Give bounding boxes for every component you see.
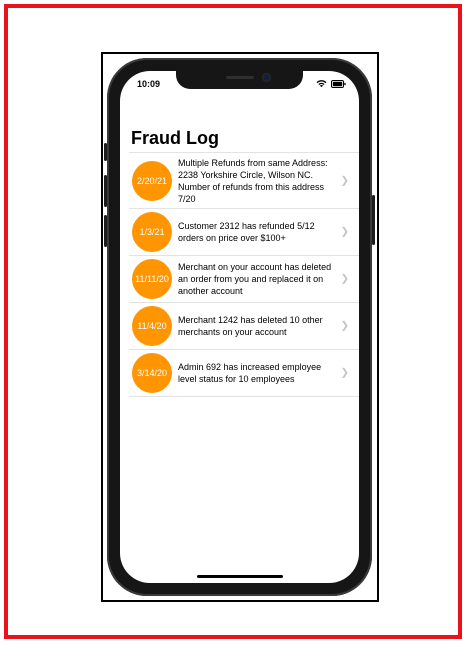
page-title: Fraud Log <box>131 128 219 148</box>
date-badge: 3/14/20 <box>132 353 172 393</box>
wifi-icon <box>316 80 327 88</box>
notch <box>176 71 303 89</box>
chevron-right-icon: ❯ <box>340 367 349 379</box>
chevron-right-icon: ❯ <box>340 175 349 186</box>
status-time: 10:09 <box>137 79 161 89</box>
fraud-log-message: Admin 692 has increased employee level s… <box>178 362 322 384</box>
chevron-right-icon: ❯ <box>340 320 349 332</box>
chevron-right-icon: ❯ <box>340 226 349 238</box>
fraud-log-message: Multiple Refunds from same Address: 2238… <box>178 157 328 204</box>
battery-icon <box>331 79 346 88</box>
fraud-log-row[interactable]: 11/11/20 Merchant on your account has de… <box>129 256 359 303</box>
power-button <box>372 195 375 245</box>
home-indicator[interactable] <box>197 575 283 578</box>
date-badge: 11/4/20 <box>132 306 172 346</box>
fraud-log-row[interactable]: 3/14/20 Admin 692 has increased employee… <box>129 350 359 397</box>
fraud-log-row[interactable]: 2/20/21 Multiple Refunds from same Addre… <box>129 153 359 209</box>
fraud-log-list: 2/20/21 Multiple Refunds from same Addre… <box>129 152 359 397</box>
camera-icon <box>263 74 270 81</box>
volume-up-button <box>104 175 107 207</box>
fraud-log-message: Merchant 1242 has deleted 10 other merch… <box>178 315 323 337</box>
speaker-grille <box>226 76 254 79</box>
fraud-log-message: Merchant on your account has deleted an … <box>178 262 332 296</box>
fraud-log-row[interactable]: 1/3/21 Customer 2312 has refunded 5/12 o… <box>129 209 359 256</box>
status-icons <box>316 79 346 88</box>
silent-switch <box>104 143 107 161</box>
phone-screen: 10:09 Fraud Log 2/20/21 Multiple Refunds… <box>120 71 359 583</box>
date-badge: 1/3/21 <box>132 212 172 252</box>
volume-down-button <box>104 215 107 247</box>
date-badge: 11/11/20 <box>132 259 172 299</box>
chevron-right-icon: ❯ <box>340 273 349 285</box>
fraud-log-message: Customer 2312 has refunded 5/12 orders o… <box>178 221 315 243</box>
fraud-log-row[interactable]: 11/4/20 Merchant 1242 has deleted 10 oth… <box>129 303 359 350</box>
date-badge: 2/20/21 <box>132 160 172 201</box>
